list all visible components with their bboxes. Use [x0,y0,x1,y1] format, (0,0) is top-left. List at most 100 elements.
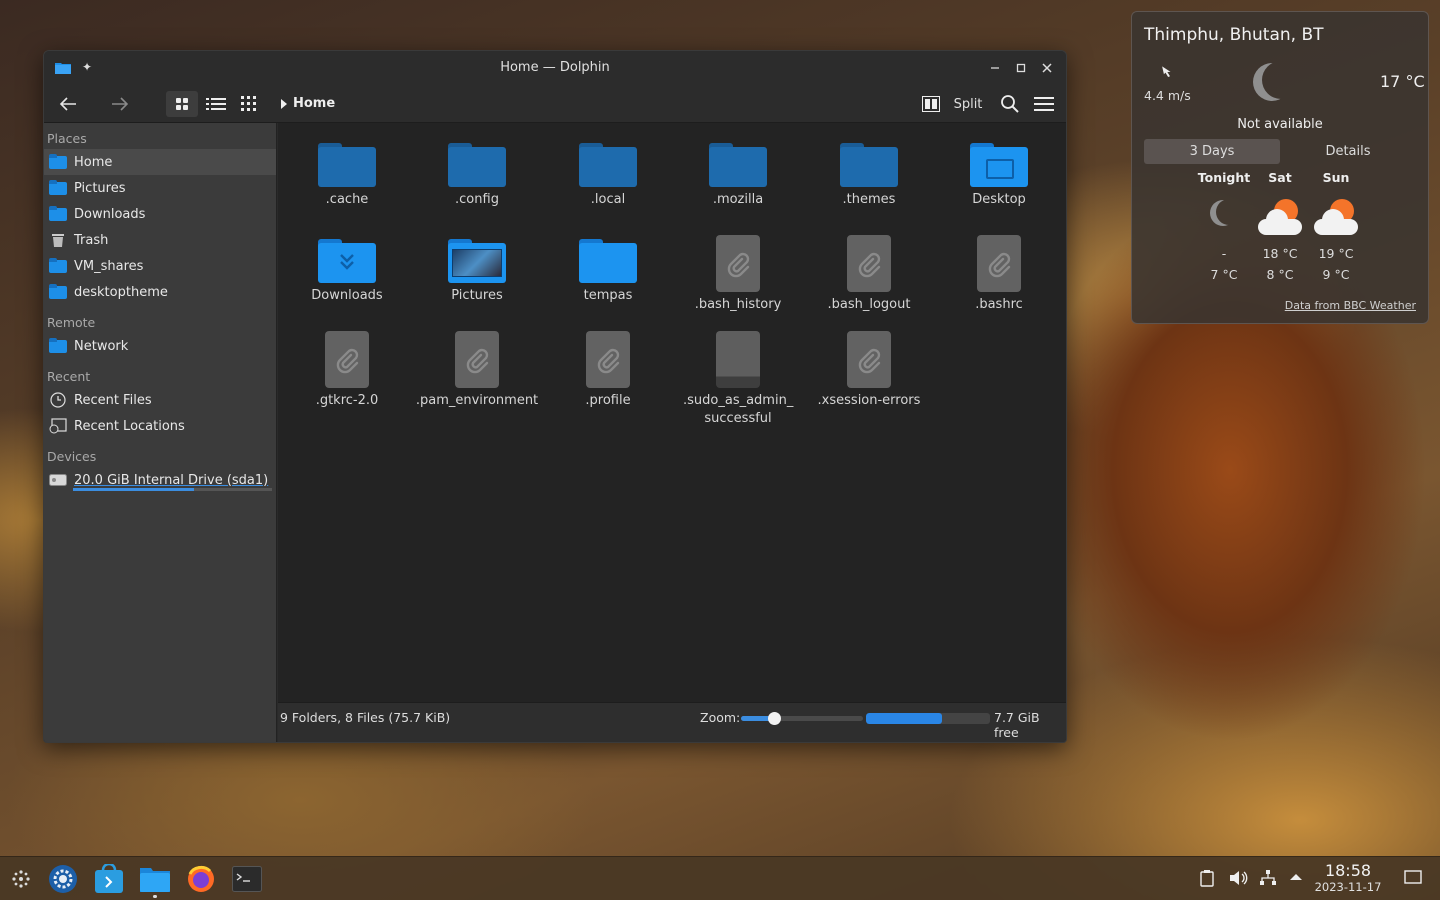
file-item[interactable]: .xsession-errors [804,331,934,410]
folder-item[interactable]: .mozilla [673,143,803,209]
system-settings-icon[interactable] [47,863,79,895]
sidebar-item-label: Home [74,154,113,170]
file-item[interactable]: .bashrc [934,235,1064,314]
details-view-button[interactable] [202,91,230,117]
pictures-folder-icon [448,239,506,283]
folder-item[interactable]: Desktop [934,143,1064,209]
file-view[interactable]: .cache .config .local .mozilla .themes Deskto… [278,123,1066,702]
sidebar-item-home[interactable]: Home [44,149,276,175]
item-label: Pictures [451,288,503,303]
desktop-folder-icon [970,143,1028,187]
chevron-right-icon [281,98,287,109]
forward-button[interactable] [106,91,134,117]
folder-icon [448,143,506,187]
split-view-icon[interactable] [918,91,944,117]
konsole-icon[interactable] [231,863,263,895]
firefox-icon[interactable] [185,863,217,895]
sidebar-item-label: VM_shares [74,258,144,274]
file-item[interactable]: .bash_logout [804,235,934,314]
moon-icon [1194,185,1254,243]
item-label: .sudo_as_admin_ successful [683,393,794,426]
weather-location: Thimphu, Bhutan, BT [1144,25,1324,45]
folder-item[interactable]: Pictures [412,239,542,305]
weather-source-link[interactable]: Data from BBC Weather [1285,299,1416,312]
discover-icon[interactable] [93,863,125,895]
tab-3-days[interactable]: 3 Days [1144,139,1280,164]
back-button[interactable] [54,91,82,117]
folder-item[interactable]: .themes [804,143,934,209]
dolphin-window: ✦ Home — Dolphin Home Split Places Home … [43,50,1067,743]
sidebar-item-vm-shares[interactable]: VM_shares [44,253,276,279]
sidebar-item-trash[interactable]: Trash [44,227,276,253]
folder-item[interactable]: .config [412,143,542,209]
zoom-slider[interactable] [741,712,863,725]
minimize-button[interactable] [984,57,1006,79]
item-label: .config [455,192,499,207]
hamburger-menu-button[interactable] [1030,91,1058,117]
folder-item[interactable]: Downloads [282,239,412,305]
sidebar-item-recent-locations[interactable]: Recent Locations [44,413,276,439]
network-icon[interactable] [1259,869,1277,891]
folder-icon [48,283,68,300]
forecast-sat: Sat 18 °C 8 °C [1250,170,1310,285]
item-label: .xsession-errors [817,393,921,408]
toolbar: Home Split [44,85,1066,123]
show-hidden-tray-icon[interactable] [1289,869,1303,891]
sidebar-item-network[interactable]: Network [44,333,276,359]
places-panel: Places Home Pictures Downloads Trash VM_… [44,123,277,742]
show-desktop-icon[interactable] [1404,869,1422,889]
sidebar-item-downloads[interactable]: Downloads [44,201,276,227]
title-bar[interactable]: ✦ Home — Dolphin [44,51,1066,85]
dolphin-icon[interactable] [139,863,171,895]
wind-speed: 4.4 m/s [1144,88,1191,103]
file-item[interactable]: .gtkrc-2.0 [282,331,412,410]
drive-usage-bar [73,488,272,491]
sidebar-item-pictures[interactable]: Pictures [44,175,276,201]
forecast-high: 19 °C [1318,246,1354,261]
clipboard-icon[interactable] [1200,869,1214,891]
sidebar-item-desktoptheme[interactable]: desktoptheme [44,279,276,305]
devices-header: Devices [47,448,97,464]
forecast-tonight: Tonight - 7 °C [1194,170,1254,285]
folder-item[interactable]: tempas [543,239,673,305]
partly-cloudy-icon [1306,185,1366,243]
free-space-bar[interactable] [866,713,990,724]
sidebar-item-label: Recent Locations [74,418,185,434]
empty-file-icon [716,331,760,388]
app-launcher-icon[interactable] [5,863,37,895]
folder-item[interactable]: .cache [282,143,412,209]
tab-details[interactable]: Details [1280,139,1416,164]
close-button[interactable] [1036,57,1058,79]
icons-view-button[interactable] [166,91,198,117]
recent-locations-icon [48,418,68,434]
paperclip-file-icon [847,331,891,388]
active-app-indicator [153,895,157,898]
compact-view-button[interactable] [236,91,264,117]
forecast-high: - [1221,246,1227,261]
breadcrumb-home[interactable]: Home [293,96,335,111]
sidebar-item-recent-files[interactable]: Recent Files [44,387,276,413]
remote-header: Remote [47,314,96,330]
item-label: tempas [583,288,633,303]
forecast-low: 7 °C [1210,267,1238,282]
clock-date: 2023-11-17 [1314,880,1382,894]
split-button[interactable]: Split [950,91,986,117]
search-button[interactable] [996,91,1024,117]
digital-clock[interactable]: 18:58 2023-11-17 [1310,861,1386,894]
file-item[interactable]: .bash_history [673,235,803,314]
folder-icon [579,143,637,187]
paperclip-file-icon [847,235,891,292]
file-item[interactable]: .pam_environment [412,331,542,410]
volume-icon[interactable] [1229,869,1249,891]
arrow-left-icon [59,97,76,111]
sidebar-item-internal-drive[interactable]: 20.0 GiB Internal Drive (sda1) [44,467,276,493]
file-item[interactable]: .sudo_as_admin_ successful [673,331,803,428]
folder-item[interactable]: .local [543,143,673,209]
breadcrumb[interactable]: Home [280,96,335,111]
zoom-slider-handle[interactable] [767,712,781,725]
item-label: .profile [585,393,631,408]
file-item[interactable]: .profile [543,331,673,410]
maximize-button[interactable] [1010,57,1032,79]
downloads-folder-icon [318,239,376,283]
weather-widget[interactable]: Thimphu, Bhutan, BT 4.4 m/s 17 °C Not av… [1131,11,1429,324]
